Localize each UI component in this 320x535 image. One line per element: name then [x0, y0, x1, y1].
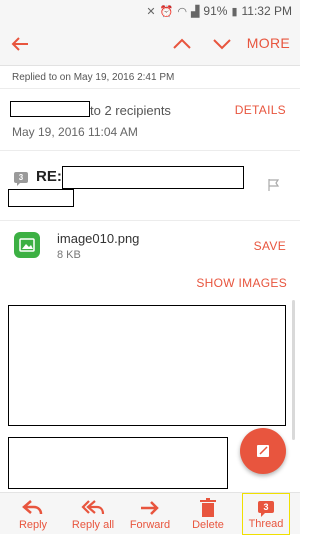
replied-info: Replied to on May 19, 2016 2:41 PM — [12, 72, 175, 83]
compose-button[interactable] — [240, 428, 286, 474]
thread-button[interactable]: 3 Thread — [242, 493, 290, 535]
image-file-icon[interactable] — [14, 232, 40, 258]
forward-button[interactable]: Forward — [120, 493, 180, 535]
status-time: 11:32 PM — [241, 4, 292, 18]
reply-label: Reply — [18, 519, 48, 531]
details-button[interactable]: DETAILS — [235, 103, 286, 117]
thread-count-icon: 3 — [14, 172, 28, 186]
redacted-body-block — [8, 437, 228, 489]
divider — [0, 88, 300, 89]
attachment-name[interactable]: image010.png — [57, 231, 139, 246]
battery-percent: 91% — [203, 4, 228, 18]
next-message-icon[interactable] — [210, 32, 234, 56]
reply-icon — [22, 500, 43, 515]
mute-icon: ✕ — [146, 5, 156, 18]
more-button[interactable]: MORE — [247, 35, 290, 51]
reply-all-icon — [81, 500, 105, 515]
status-bar: ✕ ⏰ ◠ ▟ 91% ▮ 11:32 PM — [0, 0, 300, 22]
thread-icon: 3 — [258, 501, 274, 517]
trash-icon — [200, 498, 216, 517]
divider — [0, 220, 300, 221]
redacted-subject-continued — [8, 189, 74, 207]
edit-icon — [257, 445, 269, 457]
show-images-button[interactable]: SHOW IMAGES — [196, 276, 287, 290]
forward-icon — [141, 501, 159, 515]
delete-button[interactable]: Delete — [180, 493, 236, 535]
previous-message-icon[interactable] — [170, 32, 194, 56]
scrollbar[interactable] — [292, 300, 295, 440]
thread-badge-count: 3 — [263, 502, 268, 512]
action-bar: MORE — [0, 22, 300, 66]
wifi-icon: ◠ — [177, 5, 187, 18]
redacted-body-block — [8, 305, 286, 426]
redacted-sender — [10, 101, 90, 117]
battery-icon: ▮ — [231, 5, 238, 18]
redacted-subject — [62, 166, 244, 189]
attachment-size: 8 KB — [57, 249, 81, 261]
subject-prefix: RE: — [36, 168, 62, 185]
signal-icon: ▟ — [190, 5, 200, 18]
delete-label: Delete — [192, 519, 224, 531]
reply-all-label: Reply all — [71, 519, 115, 531]
save-attachment-button[interactable]: SAVE — [254, 239, 286, 253]
alarm-icon: ⏰ — [159, 5, 174, 18]
message-date: May 19, 2016 11:04 AM — [12, 125, 138, 139]
recipients-text[interactable]: to 2 recipients — [90, 103, 171, 118]
bottom-toolbar: Reply Reply all Forward Delete 3 Thread — [0, 492, 300, 535]
reply-all-button[interactable]: Reply all — [66, 493, 120, 535]
reply-button[interactable]: Reply — [0, 493, 66, 535]
flag-icon[interactable] — [267, 178, 281, 192]
forward-label: Forward — [129, 519, 171, 531]
back-arrow-icon[interactable] — [8, 32, 32, 56]
thread-label: Thread — [248, 518, 284, 530]
divider — [0, 150, 300, 151]
